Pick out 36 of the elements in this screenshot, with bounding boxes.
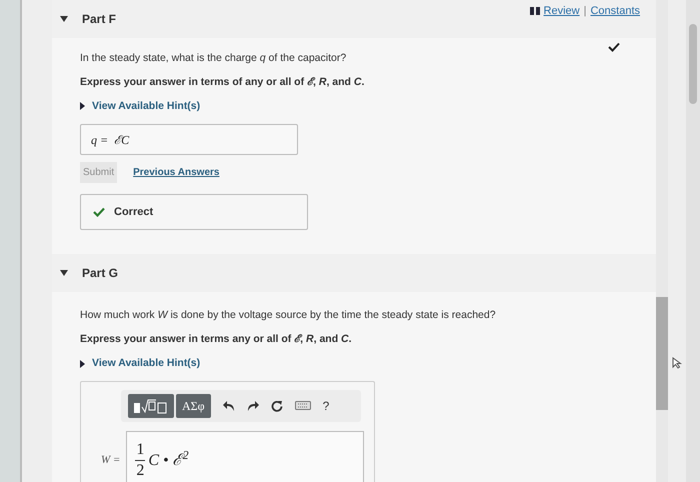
templates-button[interactable] bbox=[128, 394, 174, 418]
instruction-text: Express your answer in terms any or all of ℰ, R, and C. bbox=[80, 332, 353, 347]
fraction-numerator: 1 bbox=[135, 442, 146, 461]
answer-expression: C • ℰ$^{2}$ bbox=[148, 448, 189, 470]
hint-link[interactable]: View Available Hint(s) bbox=[80, 98, 200, 114]
answer-field[interactable]: q = ℰC bbox=[80, 124, 298, 156]
cursor-icon bbox=[672, 357, 682, 369]
question-text: How much work W is done by the voltage source by the time the steady state is reached? bbox=[80, 308, 497, 324]
symbols-button[interactable]: ΑΣφ bbox=[176, 394, 211, 418]
keyboard-icon[interactable] bbox=[294, 401, 311, 410]
book-icon bbox=[530, 7, 540, 16]
answer-label: W = bbox=[101, 453, 120, 468]
answer-label: q = bbox=[91, 132, 108, 149]
expand-caret-icon bbox=[80, 360, 85, 368]
answer-value: ℰC bbox=[114, 132, 130, 149]
reset-icon[interactable] bbox=[270, 400, 283, 412]
separator: | bbox=[584, 4, 586, 19]
header-link[interactable]: Review bbox=[544, 3, 580, 20]
feedback-text: Correct bbox=[114, 205, 154, 220]
scrollbar[interactable] bbox=[686, 0, 700, 482]
hint-link[interactable]: View Available Hint(s) bbox=[80, 356, 200, 372]
template-icon bbox=[134, 398, 168, 414]
redo-icon[interactable] bbox=[246, 400, 259, 410]
header-link[interactable]: Constants bbox=[590, 3, 640, 20]
check-icon bbox=[93, 207, 105, 218]
scrollbar-thumb[interactable] bbox=[656, 297, 668, 410]
instruction-text: Express your answer in terms of any or all of ℰ, R, and C. bbox=[80, 74, 366, 90]
question-text: In the steady state, what is the charge q of the capacitor? bbox=[80, 51, 348, 66]
help-button[interactable]: ? bbox=[322, 396, 330, 414]
fraction-denominator: 2 bbox=[136, 461, 144, 479]
part-title[interactable]: Part G bbox=[82, 264, 118, 282]
part-title[interactable]: Part F bbox=[82, 10, 116, 28]
scrollbar[interactable] bbox=[656, 0, 668, 482]
expand-caret-icon bbox=[80, 102, 85, 110]
undo-icon[interactable] bbox=[222, 400, 235, 410]
previous-answers-link[interactable]: Previous Answers bbox=[133, 165, 220, 180]
